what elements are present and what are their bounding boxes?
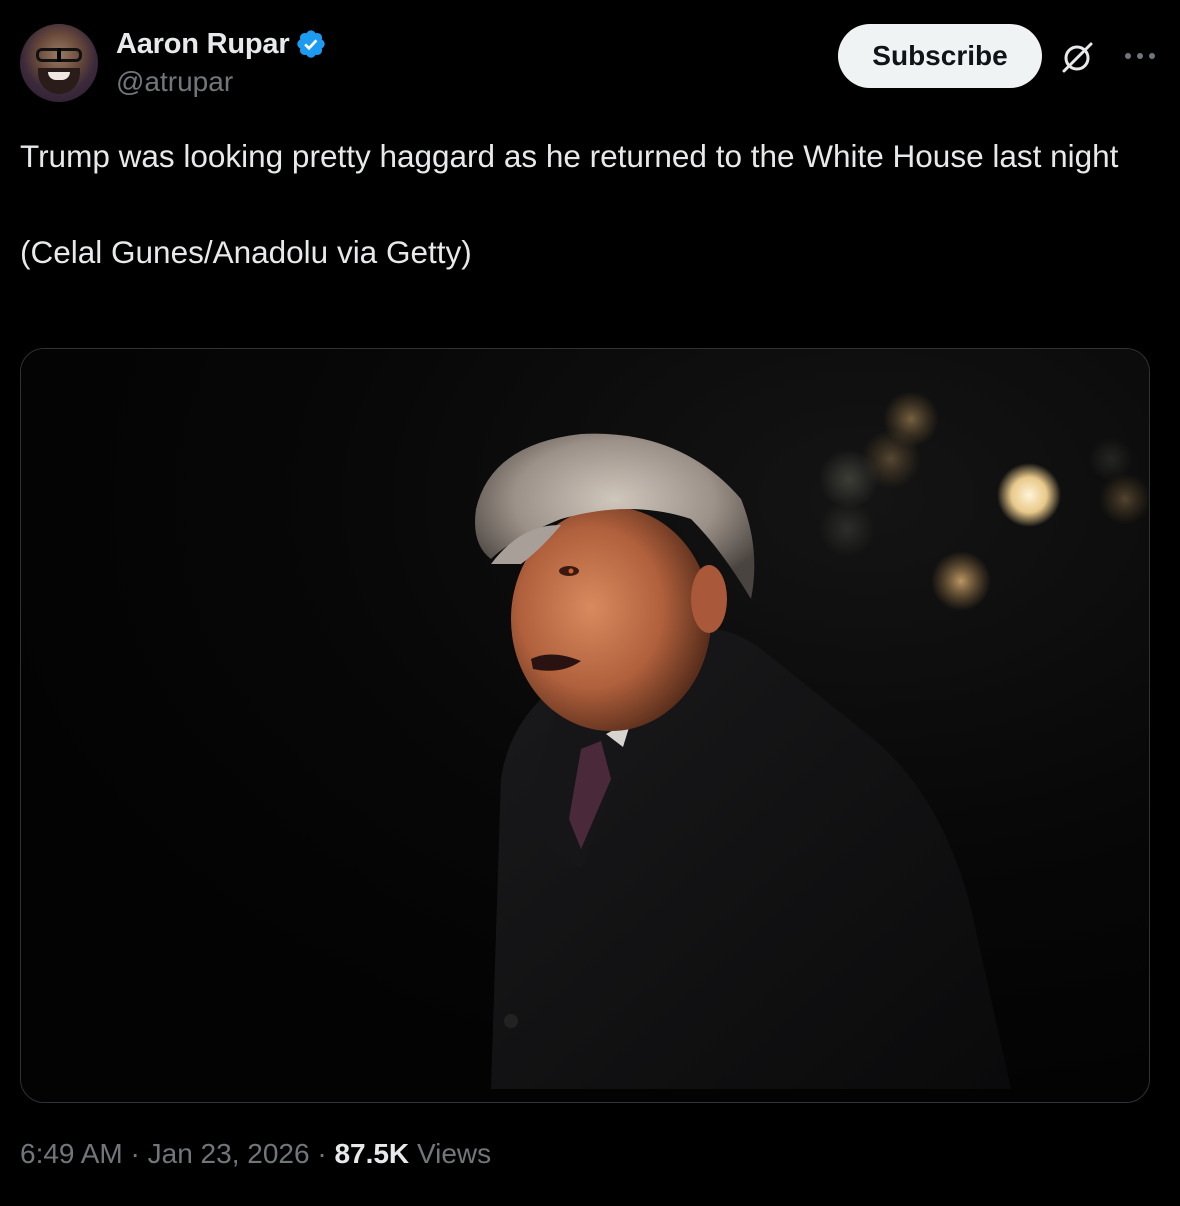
name-row: Aaron Rupar [116,26,327,62]
avatar[interactable] [20,24,98,102]
tweet-photo[interactable] [20,348,1150,1103]
tweet-meta: 6:49 AM · Jan 23, 2026 · 87.5K Views [20,1138,491,1170]
views-label: Views [416,1138,492,1169]
tweet-text: Trump was looking pretty haggard as he r… [20,138,1119,270]
more-icon[interactable] [1120,38,1160,74]
separator: · [317,1138,327,1169]
views-count: 87.5K [334,1138,410,1169]
tweet-time[interactable]: 6:49 AM [20,1138,123,1169]
separator: · [130,1138,140,1169]
photo-illustration [21,349,1149,1102]
display-name[interactable]: Aaron Rupar [116,28,290,61]
tweet-date[interactable]: Jan 23, 2026 [148,1138,310,1169]
author-info[interactable]: Aaron Rupar @atrupar [116,26,327,98]
tweet-header: Aaron Rupar @atrupar Subscribe [20,24,1160,104]
avatar-glasses [36,48,82,62]
tweet: Aaron Rupar @atrupar Subscribe Trump was… [0,0,1180,1206]
handle[interactable]: @atrupar [116,66,327,98]
verified-badge-icon[interactable] [295,28,327,60]
grok-icon[interactable] [1058,38,1096,76]
subscribe-button[interactable]: Subscribe [838,24,1042,88]
